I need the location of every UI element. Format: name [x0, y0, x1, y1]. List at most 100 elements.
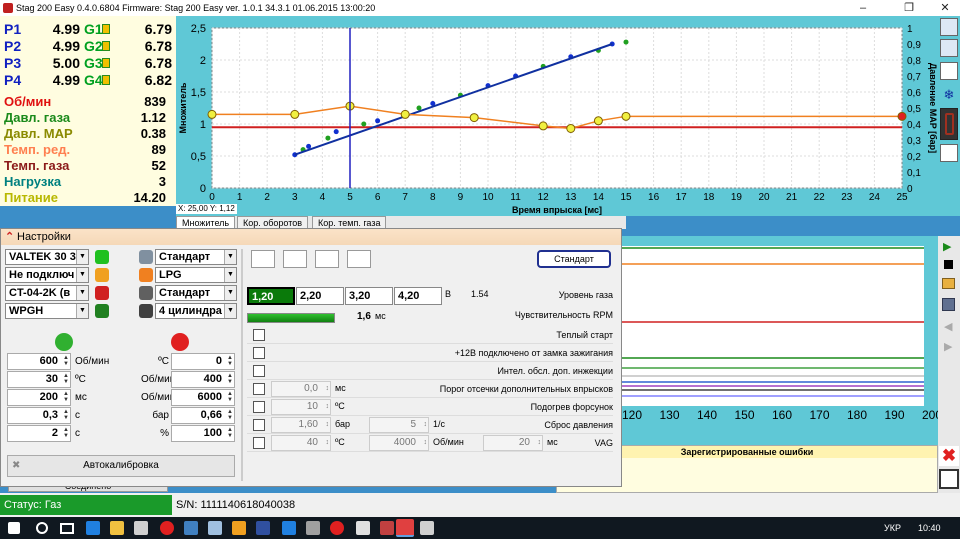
play-icon[interactable]: ▶	[943, 240, 951, 253]
option-value-field[interactable]: 1,60 ↕	[271, 417, 331, 433]
snowflake-icon[interactable]: ❄	[940, 86, 958, 104]
spinner-icon[interactable]: ▲ ▼	[225, 409, 233, 422]
spinner-icon[interactable]: ▲ ▼	[61, 427, 69, 440]
spinner-icon[interactable]: ▲ ▼	[61, 391, 69, 404]
edge-icon[interactable]	[86, 521, 100, 535]
option-checkbox[interactable]	[253, 329, 265, 341]
spinner-icon[interactable]: ↕	[326, 382, 330, 396]
app-red-icon[interactable]	[380, 521, 394, 535]
spinner-icon[interactable]: ↕	[424, 418, 428, 432]
left-value-field[interactable]: 200 ▲ ▼	[7, 389, 71, 406]
file-explorer-icon[interactable]	[110, 521, 124, 535]
spinner-icon[interactable]: ↕	[326, 436, 330, 450]
select-left[interactable]: CT-04-2K (в ▼	[5, 285, 89, 301]
select-right[interactable]: Стандарт ▼	[155, 285, 237, 301]
spinner-icon[interactable]: ▲ ▼	[61, 409, 69, 422]
spinner-icon[interactable]: ↕	[326, 418, 330, 432]
spinner-icon[interactable]: ▲ ▼	[225, 355, 233, 368]
next-icon[interactable]: ▶	[944, 340, 952, 353]
export-icon[interactable]	[940, 62, 958, 80]
left-value-field[interactable]: 0,3 ▲ ▼	[7, 407, 71, 424]
option-value-field[interactable]: 5 ↕	[369, 417, 429, 433]
search-icon[interactable]	[36, 522, 48, 534]
stag-taskbar-icon[interactable]	[396, 519, 414, 537]
spinner-icon[interactable]: ▲ ▼	[61, 373, 69, 386]
select-right[interactable]: 4 цилиндра ▼	[155, 303, 237, 319]
rpm-sensitivity-slider[interactable]	[247, 313, 335, 323]
spinner-icon[interactable]: ▲ ▼	[225, 373, 233, 386]
windows-app-icon[interactable]	[208, 521, 222, 535]
option-checkbox[interactable]	[253, 437, 265, 449]
right-value-field[interactable]: 0,66 ▲ ▼	[171, 407, 235, 424]
right-value-field[interactable]: 6000 ▲ ▼	[171, 389, 235, 406]
option-value-field[interactable]: 10 ↕	[271, 399, 331, 415]
spinner-icon[interactable]: ↕	[326, 400, 330, 414]
option-checkbox[interactable]	[253, 419, 265, 431]
spinner-icon[interactable]: ▲ ▼	[225, 391, 233, 404]
skype-icon[interactable]	[184, 521, 198, 535]
store-icon[interactable]	[134, 521, 148, 535]
restore-button[interactable]: ❐	[894, 0, 924, 16]
option-checkbox[interactable]	[253, 383, 265, 395]
chevron-down-icon[interactable]: ▼	[224, 286, 236, 300]
right-value-field[interactable]: 400 ▲ ▼	[171, 371, 235, 388]
opera-icon-2[interactable]	[330, 521, 344, 535]
spinner-icon[interactable]: ↕	[424, 436, 428, 450]
select-left[interactable]: VALTEK 30 3 ▼	[5, 249, 89, 265]
task-view-icon[interactable]	[60, 523, 74, 534]
errors-blank-button[interactable]	[939, 469, 959, 489]
right-value-field[interactable]: 0 ▲ ▼	[171, 353, 235, 370]
blank-toggle[interactable]	[940, 144, 958, 162]
chevron-down-icon[interactable]: ▼	[76, 250, 88, 264]
chevron-down-icon[interactable]: ▼	[224, 304, 236, 318]
add-icon[interactable]	[347, 250, 371, 268]
gas-level-field[interactable]: 2,20	[296, 287, 344, 305]
chevron-down-icon[interactable]: ▼	[76, 304, 88, 318]
spinner-icon[interactable]: ▲ ▼	[225, 427, 233, 440]
select-right[interactable]: LPG ▼	[155, 267, 237, 283]
chevron-down-icon[interactable]: ▼	[224, 268, 236, 282]
minimize-button[interactable]: –	[848, 0, 878, 16]
multiplier-chart[interactable]: 0 1 2 3 4 5 6 7 8 9 10 11 12 13 14 15 16 17 18 19 20 21 22 23 24…	[176, 16, 938, 216]
chevron-down-icon[interactable]: ▼	[76, 286, 88, 300]
chevron-down-icon[interactable]: ▼	[76, 268, 88, 282]
gas-level-field[interactable]: 4,20	[394, 287, 442, 305]
temperature-icon[interactable]	[251, 250, 275, 268]
close-button[interactable]: ✕	[930, 0, 960, 16]
autocalibration-button[interactable]: Автокалибровка ✖	[7, 455, 235, 477]
left-value-field[interactable]: 2 ▲ ▼	[7, 425, 71, 442]
clear-errors-icon[interactable]: ✖	[939, 446, 959, 466]
option-checkbox[interactable]	[253, 401, 265, 413]
save-icon[interactable]	[942, 298, 955, 311]
app-grey-icon[interactable]	[306, 521, 320, 535]
app-ie-icon[interactable]	[282, 521, 296, 535]
option-checkbox[interactable]	[253, 365, 265, 377]
app-blue-icon[interactable]	[256, 521, 270, 535]
zoom-icon[interactable]	[940, 18, 958, 36]
app-orange-icon[interactable]	[232, 521, 246, 535]
open-folder-icon[interactable]	[942, 278, 955, 289]
left-value-field[interactable]: 30 ▲ ▼	[7, 371, 71, 388]
option-value-field[interactable]: 0,0 ↕	[271, 381, 331, 397]
option-checkbox[interactable]	[253, 347, 265, 359]
option-value-field[interactable]: 4000 ↕	[369, 435, 429, 451]
prev-icon[interactable]: ◀	[944, 320, 952, 333]
gas-level-field[interactable]: 3,20	[345, 287, 393, 305]
grid-icon[interactable]	[283, 250, 307, 268]
leaf-icon[interactable]	[315, 250, 339, 268]
select-right[interactable]: Стандарт ▼	[155, 249, 237, 265]
app-white-icon[interactable]	[356, 521, 370, 535]
option-value-field[interactable]: 40 ↕	[271, 435, 331, 451]
right-value-field[interactable]: 100 ▲ ▼	[171, 425, 235, 442]
spinner-icon[interactable]: ↕	[538, 436, 542, 450]
collapse-icon[interactable]: ⌃	[5, 229, 14, 245]
left-value-field[interactable]: 600 ▲ ▼	[7, 353, 71, 370]
opera-icon[interactable]	[160, 521, 174, 535]
select-left[interactable]: Не подключ ▼	[5, 267, 89, 283]
option-value-field[interactable]: 20 ↕	[483, 435, 543, 451]
start-icon[interactable]	[8, 522, 20, 534]
spinner-icon[interactable]: ▲ ▼	[61, 355, 69, 368]
lower-chart[interactable]: 120 130 140 150 160 170 180 190 200	[622, 236, 942, 445]
autoscale-icon[interactable]	[940, 39, 958, 57]
gas-level-field[interactable]: 1,20	[247, 287, 295, 305]
